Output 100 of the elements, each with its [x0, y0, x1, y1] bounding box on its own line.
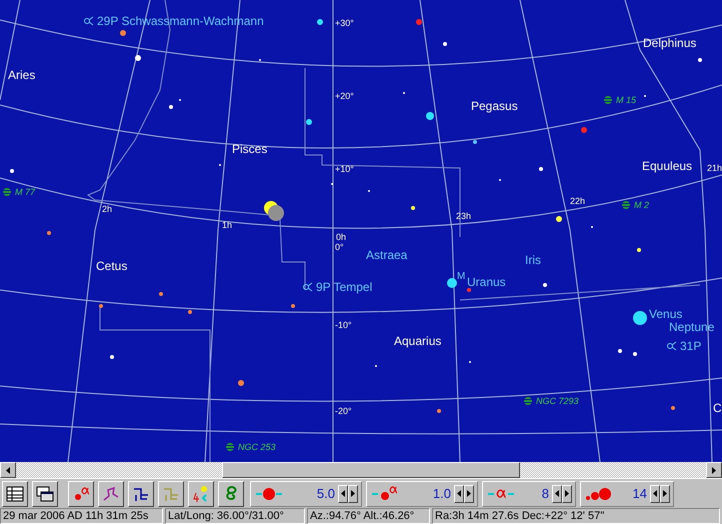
star-dot [437, 409, 441, 413]
star-dot [188, 310, 192, 314]
spin-control[interactable]: 8 [482, 480, 576, 506]
star-dot [159, 292, 163, 296]
grid-label: 23h [456, 211, 472, 221]
object-label: Uranus [467, 275, 506, 289]
moon-drawing [264, 201, 284, 221]
table-icon [5, 484, 25, 504]
grid-label: 0h [336, 232, 346, 242]
star-dot [539, 167, 543, 171]
star-dot [238, 380, 244, 386]
constellation-label: Delphinus [643, 36, 696, 50]
grid-label: +10° [335, 164, 354, 174]
star-dot [120, 30, 126, 36]
spin-value: 5.0 [316, 486, 335, 501]
grid-label: +20° [335, 91, 354, 101]
deep-sky-label: NGC 7293 [536, 396, 579, 406]
star-dot [698, 58, 702, 62]
object-label: Astraea [366, 248, 408, 262]
status-panel: Lat/Long: 36.00°/31.00° [165, 508, 305, 524]
toolbar-button[interactable] [188, 480, 214, 506]
increase-button[interactable] [348, 484, 358, 502]
star-dot [110, 355, 114, 359]
right-arrow-icon [565, 490, 569, 497]
left-arrow-icon [653, 490, 657, 497]
status-panel: Ra:3h 14m 27.6s Dec:+22° 12' 57'' [432, 508, 720, 524]
constellation-label: Aquarius [394, 334, 442, 348]
star-dot [581, 127, 587, 133]
toolbar-button[interactable] [2, 480, 28, 506]
spin-value: 8 [540, 486, 549, 501]
star-dot [473, 140, 477, 144]
spin-value: 14 [632, 486, 647, 501]
decrease-button[interactable] [552, 484, 562, 502]
star-dot [317, 19, 323, 25]
scroll-left-button[interactable] [0, 462, 16, 478]
scroll-thumb[interactable] [222, 462, 520, 478]
horizontal-scrollbar[interactable] [0, 462, 722, 478]
status-panel: Az.:94.76° Alt.:46.26° [307, 508, 430, 524]
grid-label: 22h [570, 196, 586, 206]
object-label: 9P Tempel [316, 280, 372, 294]
star-dot [169, 105, 173, 109]
star-dot [426, 112, 434, 120]
galaxy-icon [622, 201, 630, 209]
toolbar-button[interactable] [158, 480, 184, 506]
increase-button[interactable] [464, 484, 474, 502]
deep-sky-label: M 15 [616, 95, 636, 105]
star-dot [411, 206, 415, 210]
toolbar-button[interactable] [98, 480, 124, 506]
star-dot [467, 288, 471, 292]
planet-disc [633, 311, 647, 325]
comet-icon [667, 342, 676, 350]
decrease-button[interactable] [338, 484, 348, 502]
left-arrow-icon [457, 490, 461, 497]
spin-control[interactable]: 5.0 [250, 480, 362, 506]
toolbar-button[interactable] [128, 480, 154, 506]
right-arrow-icon [467, 490, 471, 497]
increase-button[interactable] [562, 484, 572, 502]
star-dot [10, 169, 14, 173]
toolbar-button[interactable] [32, 480, 58, 506]
object-label: Iris [525, 253, 541, 267]
constellation-label: Equuleus [642, 159, 692, 173]
star-dot [47, 231, 51, 235]
scroll-right-button[interactable] [706, 462, 722, 478]
star-dot [633, 352, 637, 356]
star-dot [291, 304, 295, 308]
star-dot [443, 42, 447, 46]
object-label: Venus [649, 307, 682, 321]
status-panel: 29 mar 2006 AD 11h 31m 25s [0, 508, 163, 524]
left-arrow-icon [341, 490, 345, 497]
increase-button[interactable] [660, 484, 670, 502]
right-arrow-icon [663, 490, 667, 497]
deep-sky-label: M 77 [15, 187, 36, 197]
object-label: M [457, 271, 466, 282]
star-dot [637, 248, 641, 252]
star-dot [99, 304, 103, 308]
planet-disc [447, 278, 457, 288]
right-arrow-icon [351, 490, 355, 497]
constellation-label: Pegasus [471, 99, 518, 113]
grid-label: -10° [335, 320, 352, 330]
deep-sky-label: M 2 [634, 200, 650, 210]
star-dot [618, 349, 622, 353]
grid-label: 2h [102, 204, 112, 214]
star-dot [543, 283, 547, 287]
star-dot [306, 119, 312, 125]
decrease-button[interactable] [650, 484, 660, 502]
decrease-button[interactable] [454, 484, 464, 502]
galaxy-icon [604, 96, 612, 104]
grid-label: 1h [222, 220, 232, 230]
galaxy-icon [226, 443, 234, 451]
spin-control[interactable]: 1.0 [366, 480, 478, 506]
toolbar-button[interactable] [218, 480, 244, 506]
left-arrow-icon [555, 490, 559, 497]
galaxy-icon [2, 188, 12, 196]
object-label: C [713, 401, 722, 415]
galaxy-icon [524, 397, 532, 405]
grid-label: 0° [335, 242, 344, 252]
spin-control[interactable]: 14 [580, 480, 674, 506]
star-dot [671, 406, 675, 410]
toolbar-button[interactable] [68, 480, 94, 506]
grid-label: 21h [707, 163, 722, 173]
